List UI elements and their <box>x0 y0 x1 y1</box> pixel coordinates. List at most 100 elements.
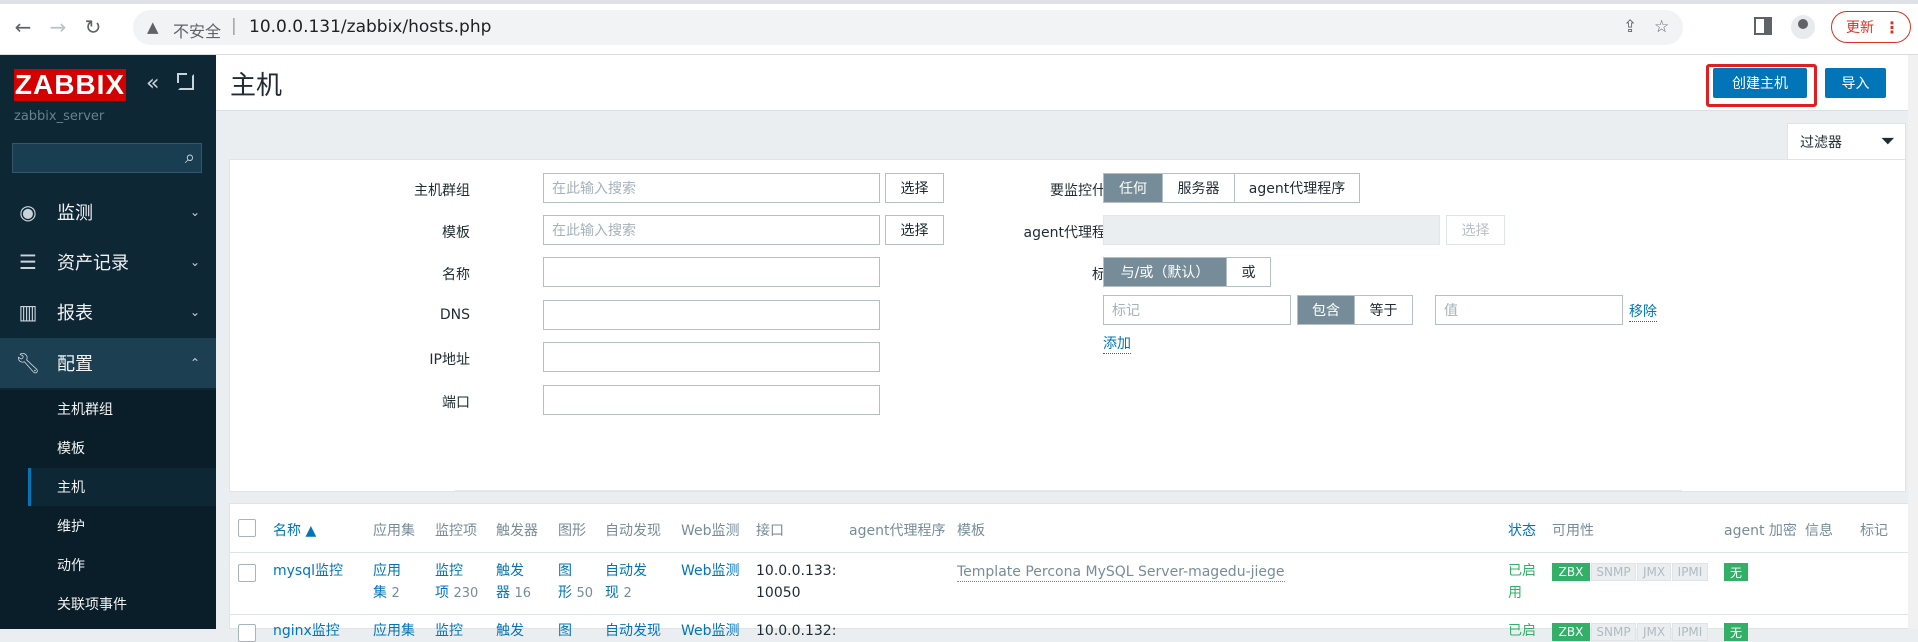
chevron-up-icon: ⌃ <box>189 356 200 370</box>
tag-value-input[interactable]: 值 <box>1435 295 1623 325</box>
status-toggle[interactable]: 已启 <box>1508 620 1536 642</box>
filter-icon: ⏷ <box>1880 131 1895 152</box>
port-label: 端口 <box>442 395 470 411</box>
side-panel-icon[interactable] <box>1754 17 1772 35</box>
proxy-input <box>1103 215 1440 245</box>
web-link[interactable]: Web监测 <box>681 620 740 642</box>
row-checkbox[interactable] <box>238 564 256 582</box>
name-label: 名称 <box>442 267 470 283</box>
submenu-host-groups[interactable]: 主机群组 <box>28 390 216 428</box>
template-link[interactable]: Template Percona MySQL Server-magedu-jie… <box>957 563 1285 582</box>
col-name[interactable]: 名称 ▲ <box>273 520 316 540</box>
page-title: 主机 <box>230 71 283 101</box>
sidebar-search-input[interactable]: ⌕ <box>12 143 202 173</box>
add-tag-link[interactable]: 添加 <box>1103 333 1131 354</box>
page-header: 主机 创建主机 导入 <box>216 55 1918 111</box>
tag-op-equals[interactable]: 等于 <box>1355 296 1412 324</box>
tag-op-contains[interactable]: 包含 <box>1298 296 1355 324</box>
interface-cell: 10.0.0.132: <box>756 623 837 639</box>
kiosk-mode-icon[interactable] <box>177 73 194 90</box>
server-name: zabbix_server <box>14 109 105 124</box>
dns-input[interactable] <box>543 300 880 330</box>
monitored-by-any[interactable]: 任何 <box>1104 174 1163 202</box>
cell-text: 集 <box>373 585 387 601</box>
host-group-select-button[interactable]: 选择 <box>885 173 944 203</box>
separator: | <box>231 16 237 36</box>
port-input[interactable] <box>543 385 880 415</box>
web-link[interactable]: Web监测 <box>681 560 740 582</box>
tags-label: 标记 <box>970 264 1120 284</box>
import-button[interactable]: 导入 <box>1825 68 1886 98</box>
triggers-link[interactable]: 触发 <box>496 620 524 642</box>
tags-eval-or[interactable]: 或 <box>1227 258 1270 286</box>
update-button[interactable]: 更新 ⋮ <box>1831 11 1911 43</box>
col-availability: 可用性 <box>1552 523 1594 539</box>
filter-tab[interactable]: 过滤器 ⏷ <box>1787 123 1906 159</box>
template-select-button[interactable]: 选择 <box>885 215 944 245</box>
submenu-maintenance[interactable]: 维护 <box>28 507 216 545</box>
tag-input[interactable]: 标记 <box>1103 295 1291 325</box>
col-applications: 应用集 <box>373 523 415 539</box>
zabbix-logo[interactable]: ZABBIX <box>14 69 126 101</box>
menu-reports[interactable]: ▥ 报表 ⌄ <box>0 287 216 337</box>
submenu-actions[interactable]: 动作 <box>28 546 216 584</box>
discovery-link[interactable]: 自动发现 2 <box>605 560 647 605</box>
triggers-link[interactable]: 触发器 16 <box>496 560 531 605</box>
remove-tag-link[interactable]: 移除 <box>1629 301 1657 322</box>
eye-icon: ◉ <box>19 200 37 224</box>
monitored-by-proxy[interactable]: agent代理程序 <box>1235 174 1359 202</box>
cell-text: 应用 <box>373 563 401 579</box>
host-name-link[interactable]: nginx监控 <box>273 620 340 642</box>
template-label: 模板 <box>442 225 470 241</box>
submenu-event-correlation[interactable]: 关联项事件 <box>28 585 216 623</box>
cell-text: 现 <box>605 585 619 601</box>
header-separator <box>230 552 1918 553</box>
tags-eval-and-or[interactable]: 与/或（默认） <box>1104 258 1227 286</box>
col-web: Web监测 <box>681 523 740 539</box>
graphs-link[interactable]: 图 <box>558 620 572 642</box>
url-text[interactable]: 10.0.0.131/zabbix/hosts.php <box>249 17 491 37</box>
ipmi-badge: IPMI <box>1672 623 1708 641</box>
template-input[interactable]: 在此输入搜索 <box>543 215 880 245</box>
menu-configuration[interactable]: 🔧︎ 配置 ⌃ <box>0 338 216 388</box>
hosts-table: 名称 ▲ 应用集 监控项 触发器 图形 自动发现 Web监测 接口 agent代… <box>229 503 1918 642</box>
back-icon[interactable]: ← <box>10 14 36 40</box>
col-graphs: 图形 <box>558 523 586 539</box>
reload-icon[interactable]: ↻ <box>80 14 106 40</box>
status-toggle[interactable]: 已启用 <box>1508 560 1536 604</box>
address-bar[interactable]: ▲ 不安全 | 10.0.0.131/zabbix/hosts.php ⇪ ☆ <box>133 10 1683 45</box>
menu-label: 资产记录 <box>57 253 129 274</box>
share-icon[interactable]: ⇪ <box>1623 17 1637 37</box>
graphs-link[interactable]: 图形 50 <box>558 560 593 605</box>
forward-icon[interactable]: → <box>45 14 71 40</box>
col-status[interactable]: 状态 <box>1508 520 1536 540</box>
select-all-checkbox[interactable] <box>238 519 256 537</box>
menu-inventory[interactable]: ☰ 资产记录 ⌄ <box>0 237 216 287</box>
cell-text: 自动发 <box>605 563 647 579</box>
discovery-link[interactable]: 自动发现 <box>605 620 661 642</box>
name-input[interactable] <box>543 257 880 287</box>
items-link[interactable]: 监控项 230 <box>435 560 478 605</box>
applications-link[interactable]: 应用集 <box>373 620 415 642</box>
submenu-hosts[interactable]: 主机 <box>28 468 216 506</box>
profile-avatar[interactable] <box>1791 15 1815 39</box>
submenu-templates[interactable]: 模板 <box>28 429 216 467</box>
col-triggers: 触发器 <box>496 523 538 539</box>
menu-monitoring[interactable]: ◉ 监测 ⌄ <box>0 187 216 237</box>
count: 230 <box>453 586 479 601</box>
applications-link[interactable]: 应用集 2 <box>373 560 401 605</box>
row-checkbox[interactable] <box>238 624 256 642</box>
monitored-by-server[interactable]: 服务器 <box>1163 174 1235 202</box>
host-name-link[interactable]: mysql监控 <box>273 560 343 582</box>
main-content: 主机 创建主机 导入 过滤器 ⏷ 主机群组 在此输入搜索 选择 模板 在此输入搜… <box>216 55 1918 642</box>
page-scrollbar[interactable] <box>1908 55 1918 629</box>
filter-divider <box>455 490 1682 491</box>
star-icon[interactable]: ☆ <box>1654 17 1669 37</box>
host-group-input[interactable]: 在此输入搜索 <box>543 173 880 203</box>
items-link[interactable]: 监控 <box>435 620 463 642</box>
dns-label: DNS <box>439 307 470 323</box>
jmx-badge: JMX <box>1637 563 1671 581</box>
ip-input[interactable] <box>543 342 880 372</box>
collapse-sidebar-icon[interactable]: « <box>146 71 159 96</box>
search-icon[interactable]: ⌕ <box>185 147 195 168</box>
